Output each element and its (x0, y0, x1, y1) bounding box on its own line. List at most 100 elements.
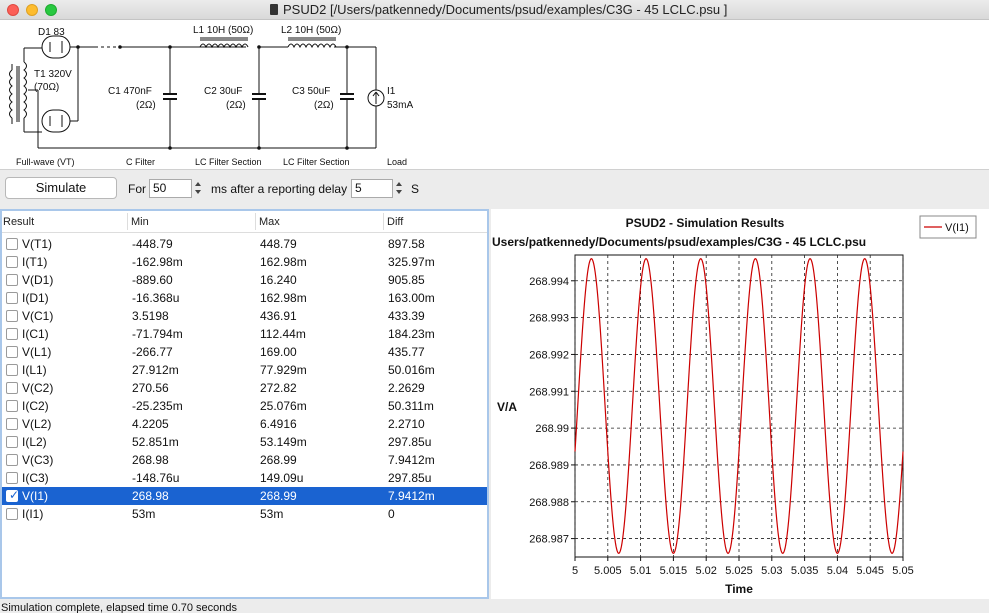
diff-cell: 2.2710 (388, 417, 425, 431)
min-cell: 27.912m (132, 363, 179, 377)
min-cell: 52.851m (132, 435, 179, 449)
row-checkbox[interactable] (6, 310, 18, 322)
results-table: Result Min Max Diff V(T1) -448.79 448.79 89… (0, 209, 489, 599)
stepper-down-icon[interactable] (195, 190, 201, 194)
table-row[interactable]: V(L1) -266.77 169.00 435.77 (2, 343, 487, 361)
section-load: Load (387, 157, 408, 167)
row-checkbox[interactable] (6, 436, 18, 448)
row-checkbox[interactable] (6, 274, 18, 286)
stepper-down-icon[interactable] (396, 190, 402, 194)
table-row[interactable]: V(D1) -889.60 16.240 905.85 (2, 271, 487, 289)
app-window: PSUD2 [/Users/patkennedy/Documents/psud/… (0, 0, 989, 613)
table-row[interactable]: V(T1) -448.79 448.79 897.58 (2, 235, 487, 253)
table-row[interactable]: ✓ V(I1) 268.98 268.99 7.9412m (2, 487, 487, 505)
document-icon (270, 4, 278, 15)
min-cell: -71.794m (132, 327, 183, 341)
delay-stepper[interactable] (394, 179, 405, 198)
chart-svg: PSUD2 - Simulation Results Users/patkenne… (492, 215, 977, 596)
column-header-result[interactable]: Result (3, 216, 34, 228)
min-cell: -448.79 (132, 237, 173, 251)
minimize-window-button[interactable] (26, 4, 38, 16)
table-row[interactable]: I(C3) -148.76u 149.09u 297.85u (2, 469, 487, 487)
x-tick-label: 5.02 (695, 565, 716, 577)
inductor-l1 (199, 37, 249, 49)
transformer-primary-coil (9, 64, 13, 124)
result-name-cell: I(L1) (22, 363, 47, 377)
x-tick-label: 5.04 (827, 565, 848, 577)
row-checkbox[interactable] (6, 382, 18, 394)
simulate-button[interactable]: Simulate (5, 177, 117, 199)
max-cell: 77.929m (260, 363, 307, 377)
table-row[interactable]: I(L1) 27.912m 77.929m 50.016m (2, 361, 487, 379)
duration-stepper[interactable] (193, 179, 204, 198)
result-name-cell: V(T1) (22, 237, 52, 251)
column-header-diff[interactable]: Diff (387, 216, 403, 228)
l2-label: L2 10H (50Ω) (281, 25, 342, 36)
row-checkbox[interactable] (6, 328, 18, 340)
stepper-up-icon[interactable] (396, 182, 402, 186)
column-header-min[interactable]: Min (131, 216, 149, 228)
column-header-max[interactable]: Max (259, 216, 280, 228)
table-row[interactable]: I(C1) -71.794m 112.44m 184.23m (2, 325, 487, 343)
table-row[interactable]: V(C2) 270.56 272.82 2.2629 (2, 379, 487, 397)
table-row[interactable]: V(L2) 4.2205 6.4916 2.2710 (2, 415, 487, 433)
x-tick-label: 5.03 (761, 565, 782, 577)
max-cell: 6.4916 (260, 417, 297, 431)
x-tick-label: 5.005 (594, 565, 622, 577)
diff-cell: 50.311m (388, 399, 434, 413)
row-checkbox[interactable] (6, 472, 18, 484)
table-row[interactable]: V(C3) 268.98 268.99 7.9412m (2, 451, 487, 469)
rectifier-label: D1 83 (38, 27, 65, 38)
result-name-cell: I(L2) (22, 435, 47, 449)
row-checkbox[interactable] (6, 418, 18, 430)
l1-label: L1 10H (50Ω) (193, 25, 254, 36)
load-label: I1 (387, 86, 396, 97)
table-row[interactable]: V(C1) 3.5198 436.91 433.39 (2, 307, 487, 325)
row-checkbox[interactable]: ✓ (6, 488, 19, 502)
row-checkbox[interactable] (6, 256, 18, 268)
y-tick-label: 268.993 (529, 313, 569, 325)
row-checkbox[interactable] (6, 292, 18, 304)
x-tick-label: 5.035 (791, 565, 819, 577)
stepper-up-icon[interactable] (195, 182, 201, 186)
zoom-window-button[interactable] (45, 4, 57, 16)
row-checkbox[interactable] (6, 400, 18, 412)
row-checkbox[interactable] (6, 454, 18, 466)
capacitor-c3 (340, 47, 354, 148)
result-name-cell: I(I1) (22, 507, 44, 521)
max-cell: 25.076m (260, 399, 307, 413)
table-row[interactable]: I(I1) 53m 53m 0 (2, 505, 487, 523)
rectifier-tube-top (41, 35, 95, 59)
diff-cell: 184.23m (388, 327, 435, 341)
close-window-button[interactable] (7, 4, 19, 16)
results-header: Result Min Max Diff (2, 211, 487, 233)
max-cell: 436.91 (260, 309, 297, 323)
min-cell: 270.56 (132, 381, 169, 395)
row-checkbox[interactable] (6, 346, 18, 358)
max-cell: 272.82 (260, 381, 297, 395)
table-row[interactable]: I(C2) -25.235m 25.076m 50.311m (2, 397, 487, 415)
max-cell: 268.99 (260, 453, 297, 467)
row-checkbox[interactable] (6, 508, 18, 520)
c1-resistance: (2Ω) (136, 100, 156, 111)
c3-label: C3 50uF (292, 86, 331, 97)
table-row[interactable]: I(D1) -16.368u 162.98m 163.00m (2, 289, 487, 307)
x-tick-label: 5 (572, 565, 578, 577)
table-row[interactable]: I(L2) 52.851m 53.149m 297.85u (2, 433, 487, 451)
c2-label: C2 30uF (204, 86, 243, 97)
min-cell: 3.5198 (132, 309, 169, 323)
diff-cell: 897.58 (388, 237, 425, 251)
row-checkbox[interactable] (6, 364, 18, 376)
for-label: For (128, 182, 146, 196)
capacitor-c2 (252, 47, 266, 148)
min-cell: 4.2205 (132, 417, 169, 431)
table-row[interactable]: I(T1) -162.98m 162.98m 325.97m (2, 253, 487, 271)
min-cell: -25.235m (132, 399, 183, 413)
min-cell: -16.368u (132, 291, 180, 305)
row-checkbox[interactable] (6, 238, 18, 250)
section-lc-filter-1: LC Filter Section (195, 157, 262, 167)
current-source-load (367, 47, 385, 148)
circuit-schematic: D1 83 T1 320V (70Ω) C1 470nF (2Ω) L1 10H… (0, 20, 989, 170)
duration-input[interactable]: 50 (149, 179, 192, 198)
delay-input[interactable]: 5 (351, 179, 393, 198)
